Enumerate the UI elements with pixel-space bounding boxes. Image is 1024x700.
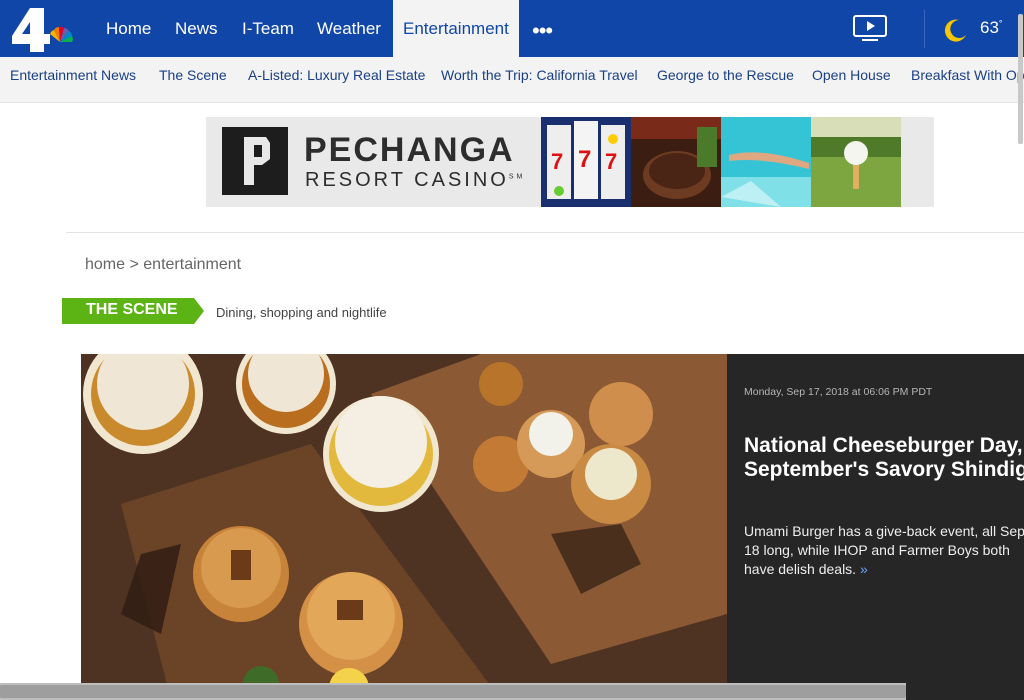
top-navigation: Home News I-Team Weather Entertainment •… [0,0,1024,57]
pechanga-logo [222,127,288,195]
sub-navigation: Entertainment News The Scene A-Listed: L… [0,57,1024,103]
golf-ball-image [811,117,901,207]
steak-dinner-image [631,117,721,207]
advertisement-banner[interactable]: PECHANGA RESORT CASINOSM 7 7 7 [206,117,934,207]
subnav-the-scene[interactable]: The Scene [159,57,227,102]
ad-brand-name: PECHANGA [304,131,515,169]
divider [66,232,1024,233]
pool-image [721,117,811,207]
breadcrumb: home > entertainment [85,256,241,274]
slot-machine-image: 7 7 7 [541,117,631,207]
section-description: Dining, shopping and nightlife [216,305,387,320]
story-timestamp: Monday, Sep 17, 2018 at 06:06 PM PDT [744,386,933,398]
more-menu-icon[interactable]: ••• [532,18,553,44]
moon-weather-icon[interactable] [942,17,968,43]
tv-video-icon[interactable] [852,14,888,42]
story-summary: Umami Burger has a give-back event, all … [744,523,1024,577]
ad-brand-sub: RESORT CASINOSM [305,169,526,191]
breadcrumb-entertainment[interactable]: entertainment [143,256,241,273]
nbc4-logo[interactable] [8,6,78,52]
svg-text:7: 7 [578,146,591,173]
hero-story-panel: Monday, Sep 17, 2018 at 06:06 PM PDT Nat… [727,354,1024,700]
subnav-worth-the-trip[interactable]: Worth the Trip: California Travel [441,57,638,102]
subnav-entertainment-news[interactable]: Entertainment News [10,57,136,102]
nav-divider [924,10,925,48]
hero-image[interactable] [81,354,727,700]
subnav-george-to-the-rescue[interactable]: George to the Rescue [657,57,794,102]
breadcrumb-separator: > [129,256,139,273]
section-label[interactable]: THE SCENE [86,301,178,319]
horizontal-scrollbar[interactable] [0,683,906,700]
subnav-a-listed[interactable]: A-Listed: Luxury Real Estate [248,57,425,102]
vertical-scrollbar[interactable] [1018,14,1023,144]
svg-text:7: 7 [551,149,563,174]
subnav-breakfast[interactable]: Breakfast With Op [911,57,1024,102]
story-headline[interactable]: National Cheeseburger Day, September's Sa… [744,434,1024,482]
nav-home[interactable]: Home [106,0,151,57]
nav-news[interactable]: News [175,0,218,57]
svg-text:7: 7 [605,149,617,174]
breadcrumb-home[interactable]: home [85,256,125,273]
subnav-open-house[interactable]: Open House [812,57,891,102]
nav-i-team[interactable]: I-Team [242,0,294,57]
scrollbar-thumb[interactable] [0,685,906,698]
nav-entertainment[interactable]: Entertainment [393,0,519,57]
nav-weather[interactable]: Weather [317,0,381,57]
temperature[interactable]: 63° [980,18,1003,38]
read-more-icon[interactable]: » [860,561,868,577]
